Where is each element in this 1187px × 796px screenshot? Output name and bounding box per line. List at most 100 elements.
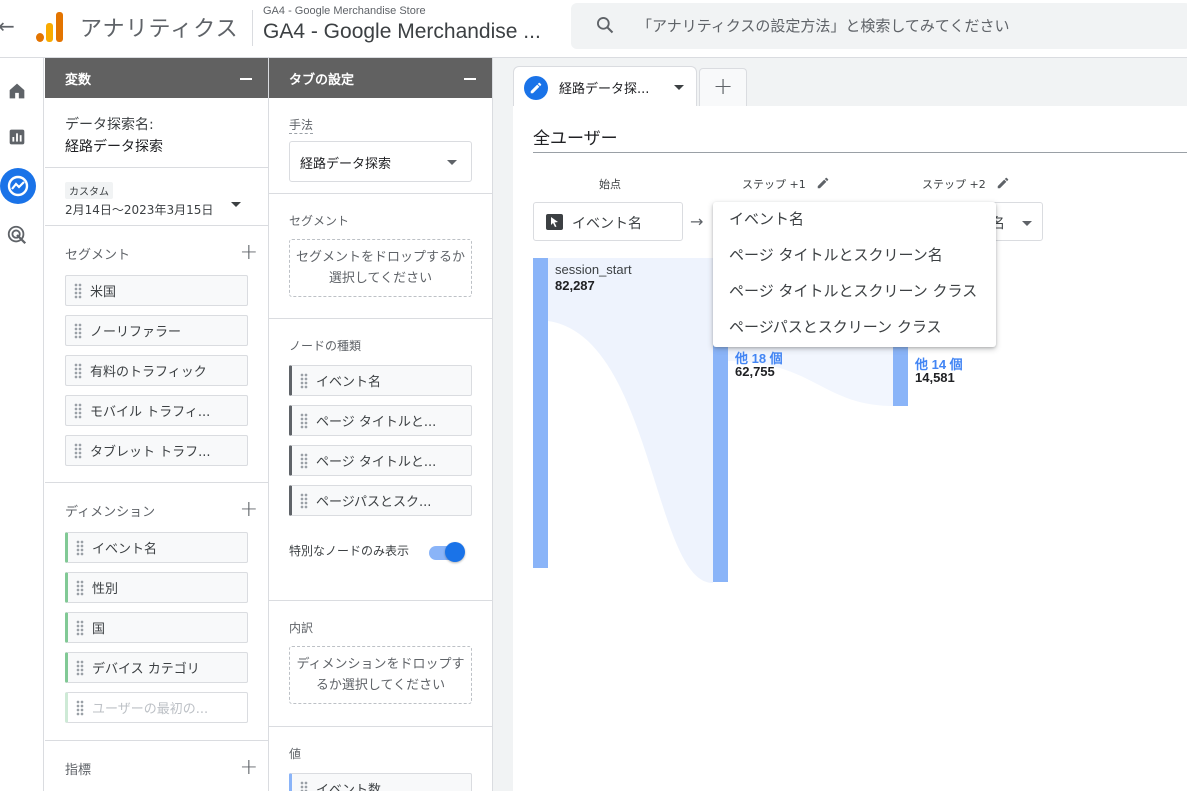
segments-section: セグメント + 米国 ノーリファラー 有料のトラフィック モバイル トラフィ..… — [45, 226, 268, 483]
main-area: 経路データ探... + 全ユーザー 始点 ステップ +1 ステップ +2 イベン… — [493, 58, 1187, 796]
node-type-chip[interactable]: ページ タイトルと... — [289, 405, 472, 436]
dimension-chip[interactable]: イベント名 — [65, 532, 248, 563]
drag-handle-icon[interactable] — [74, 442, 82, 459]
unique-nodes-toggle[interactable] — [429, 542, 465, 562]
drag-handle-icon[interactable] — [300, 780, 308, 791]
drag-handle-icon[interactable] — [300, 492, 308, 509]
home-icon[interactable] — [6, 80, 28, 102]
drag-handle-icon[interactable] — [300, 452, 308, 469]
top-bar: ← アナリティクス GA4 - Google Merchandise Store… — [0, 0, 1187, 58]
edit-pencil-glyph — [530, 82, 542, 94]
breakdown-section: 内訳 ディメンションをドロップするか選択してください — [269, 601, 492, 727]
drag-handle-icon[interactable] — [74, 402, 82, 419]
metrics-section: 指標 + — [45, 741, 268, 791]
left-nav — [0, 58, 44, 791]
dimensions-label: ディメンション — [65, 505, 156, 520]
technique-select[interactable]: 経路データ探索 — [289, 141, 472, 182]
drag-handle-icon[interactable] — [76, 699, 84, 716]
segment-comparison-section: セグメント セグメントをドロップするか選択してください — [269, 194, 492, 319]
chevron-down-icon[interactable] — [231, 202, 241, 207]
drag-handle-icon[interactable] — [74, 322, 82, 339]
segment-chip[interactable]: ノーリファラー — [65, 315, 248, 346]
chevron-down-icon[interactable] — [674, 85, 684, 90]
value-chip[interactable]: イベント数 — [289, 773, 472, 791]
segments-label: セグメント — [65, 248, 131, 263]
minimize-icon[interactable] — [240, 78, 252, 80]
menu-item-event-name[interactable]: イベント名 — [713, 206, 996, 242]
flow-band — [548, 258, 713, 583]
flow-graph — [548, 258, 893, 583]
search-input[interactable]: 「アナリティクスの設定方法」と検索してみてください — [637, 15, 1009, 36]
add-dimension-icon[interactable]: + — [240, 499, 258, 521]
pencil-icon[interactable] — [524, 76, 548, 100]
menu-item-page-title-screen-name[interactable]: ページ タイトルとスクリーン名 — [713, 242, 996, 278]
drag-handle-icon[interactable] — [74, 282, 82, 299]
node-session-start[interactable] — [533, 258, 548, 568]
drag-handle-icon[interactable] — [76, 659, 84, 676]
dimensions-section: ディメンション + イベント名 性別 国 デバイス カテゴリ ユーザーの最初の.… — [45, 483, 268, 741]
segment-chip[interactable]: 米国 — [65, 275, 248, 306]
menu-item-page-path-screen-class[interactable]: ページパスとスクリーン クラス — [713, 314, 996, 350]
values-label: 値 — [289, 747, 302, 761]
drag-handle-icon[interactable] — [74, 362, 82, 379]
variables-panel-header: 変数 — [45, 58, 268, 98]
dimension-chip[interactable]: 性別 — [65, 572, 248, 603]
menu-item-page-title-screen-class[interactable]: ページ タイトルとスクリーン クラス — [713, 278, 996, 314]
drag-handle-icon[interactable] — [76, 539, 84, 556]
date-range-section[interactable]: カスタム 2月14日～2023年3月15日 — [45, 168, 268, 226]
explore-icon — [7, 175, 29, 197]
node-type-chip[interactable]: ページパスとスク... — [289, 485, 472, 516]
back-arrow-icon[interactable]: ← — [0, 14, 15, 38]
add-metric-icon[interactable]: + — [240, 757, 258, 779]
breakdown-label: 内訳 — [289, 621, 314, 635]
exploration-name-label: データ探索名: — [65, 117, 154, 133]
advertising-icon[interactable] — [6, 224, 28, 246]
dimension-chip[interactable]: ユーザーの最初の... — [65, 692, 248, 723]
node-type-chip[interactable]: ページ タイトルと... — [289, 445, 472, 476]
node-value: 62,755 — [735, 364, 775, 379]
add-tab-button[interactable]: + — [699, 68, 747, 106]
node-type-section: ノードの種類 イベント名 ページ タイトルと... ページ タイトルと... ペ… — [269, 319, 492, 601]
search-icon — [597, 17, 614, 34]
tab-settings-header: タブの設定 — [269, 58, 492, 98]
node-type-dropdown-menu: イベント名 ページ タイトルとスクリーン名 ページ タイトルとスクリーン クラス… — [713, 202, 996, 347]
node-value: 82,287 — [555, 278, 595, 293]
search-bar[interactable]: 「アナリティクスの設定方法」と検索してみてください — [571, 3, 1187, 49]
reports-icon[interactable] — [6, 126, 28, 148]
breakdown-dropzone[interactable]: ディメンションをドロップするか選択してください — [289, 646, 472, 704]
analytics-logo[interactable] — [36, 12, 64, 42]
explore-nav-active[interactable] — [0, 168, 36, 204]
node-value: 14,581 — [915, 370, 955, 385]
dimension-chip[interactable]: デバイス カテゴリ — [65, 652, 248, 683]
drag-handle-icon[interactable] — [300, 372, 308, 389]
segment-chip[interactable]: 有料のトラフィック — [65, 355, 248, 386]
values-section: 値 イベント数 — [269, 727, 492, 791]
node-type-label: ノードの種類 — [289, 339, 362, 353]
segment-chip[interactable]: モバイル トラフィ... — [65, 395, 248, 426]
property-selector[interactable]: GA4 - Google Merchandise ... — [263, 20, 541, 44]
drag-handle-icon[interactable] — [76, 579, 84, 596]
metrics-label: 指標 — [65, 763, 92, 778]
technique-section: 手法 経路データ探索 — [269, 98, 492, 194]
variables-panel: 変数 データ探索名: 経路データ探索 カスタム 2月14日～2023年3月15日… — [45, 58, 269, 791]
app-name[interactable]: アナリティクス — [80, 11, 239, 43]
tab-path-exploration[interactable]: 経路データ探... — [513, 66, 697, 106]
dimension-chip[interactable]: 国 — [65, 612, 248, 643]
node-type-chip[interactable]: イベント名 — [289, 365, 472, 396]
segment-chip[interactable]: タブレット トラフ... — [65, 435, 248, 466]
date-range[interactable]: 2月14日～2023年3月15日 — [65, 201, 248, 218]
tab-settings-title: タブの設定 — [289, 73, 355, 88]
exploration-name-input[interactable]: 経路データ探索 — [65, 136, 248, 156]
segment-dropzone[interactable]: セグメントをドロップするか選択してください — [289, 239, 472, 297]
add-segment-icon[interactable]: + — [240, 242, 258, 264]
unique-nodes-label: 特別なノードのみ表示 — [289, 544, 410, 558]
account-name[interactable]: GA4 - Google Merchandise Store — [263, 5, 426, 17]
variables-title: 変数 — [65, 73, 92, 88]
minimize-icon[interactable] — [464, 78, 476, 80]
drag-handle-icon[interactable] — [300, 412, 308, 429]
date-badge: カスタム — [65, 182, 113, 199]
exploration-name-section: データ探索名: 経路データ探索 — [45, 98, 268, 168]
tab-settings-panel: タブの設定 手法 経路データ探索 セグメント セグメントをドロップするか選択して… — [269, 58, 493, 791]
drag-handle-icon[interactable] — [76, 619, 84, 636]
node-step2-other[interactable] — [893, 346, 908, 406]
